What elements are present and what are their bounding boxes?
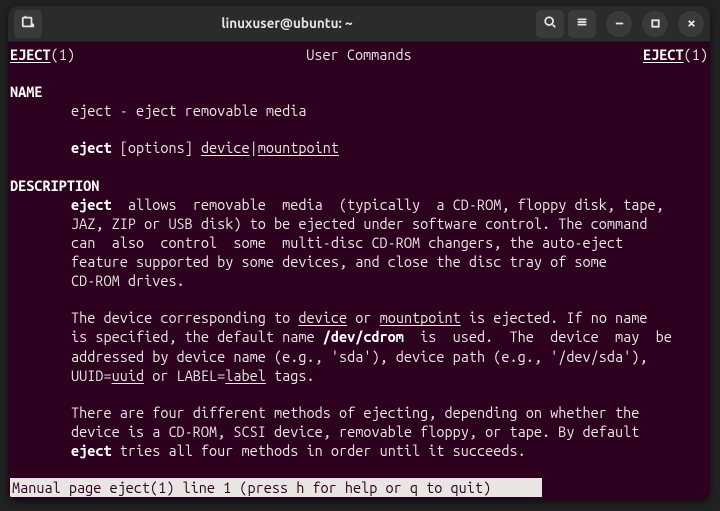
search-icon: [543, 14, 557, 33]
desc-p2-l3: addressed by device name (e.g., 'sda'), …: [10, 347, 708, 366]
section-heading-name: NAME: [10, 82, 708, 101]
new-tab-button[interactable]: [14, 10, 42, 38]
menu-icon: [575, 14, 589, 33]
man-status-bar: Manual page eject(1) line 1 (press h for…: [10, 478, 542, 497]
desc-p2-l1: The device corresponding to device or mo…: [10, 308, 708, 327]
window-title: linuxuser@ubuntu: ~: [42, 15, 532, 33]
section-heading-description: DESCRIPTION: [10, 176, 708, 195]
synopsis-line: eject [options] device|mountpoint: [10, 138, 708, 157]
terminal-window: linuxuser@ubuntu: ~: [8, 6, 710, 500]
desc-p1-l2: JAZ, ZIP or USB disk) to be ejected unde…: [10, 214, 708, 233]
menu-button[interactable]: [568, 10, 596, 38]
new-tab-icon: [21, 14, 35, 33]
desc-p3-l3: eject tries all four methods in order un…: [10, 441, 708, 460]
desc-p1-l4: feature supported by some devices, and c…: [10, 252, 708, 271]
desc-p1-l1: eject allows removable media (typically …: [10, 195, 708, 214]
desc-p2-l2: is specified, the default name /dev/cdro…: [10, 327, 708, 346]
maximize-button[interactable]: [642, 11, 668, 37]
search-button[interactable]: [536, 10, 564, 38]
man-header-center: User Commands: [306, 45, 412, 64]
desc-p3-l2: device is a CD-ROM, SCSI device, removab…: [10, 422, 708, 441]
maximize-icon: [650, 14, 661, 33]
titlebar-right: [532, 10, 704, 38]
desc-p1-l5: CD-ROM drives.: [10, 271, 708, 290]
desc-p2-l4: UUID=uuid or LABEL=label tags.: [10, 366, 708, 385]
minimize-icon: [614, 14, 625, 33]
close-button[interactable]: [678, 11, 704, 37]
man-header-right: EJECT(1): [643, 45, 708, 64]
titlebar: linuxuser@ubuntu: ~: [8, 6, 710, 42]
close-icon: [686, 14, 697, 33]
man-header: EJECT(1) User Commands EJECT(1): [10, 45, 708, 64]
desc-p1-l3: can also control some multi-disc CD-ROM …: [10, 233, 708, 252]
desc-p3-l1: There are four different methods of ejec…: [10, 403, 708, 422]
minimize-button[interactable]: [606, 11, 632, 37]
name-line: eject - eject removable media: [10, 101, 708, 120]
terminal-content[interactable]: EJECT(1) User Commands EJECT(1) NAME eje…: [8, 42, 710, 500]
man-header-left: EJECT(1): [10, 45, 75, 64]
